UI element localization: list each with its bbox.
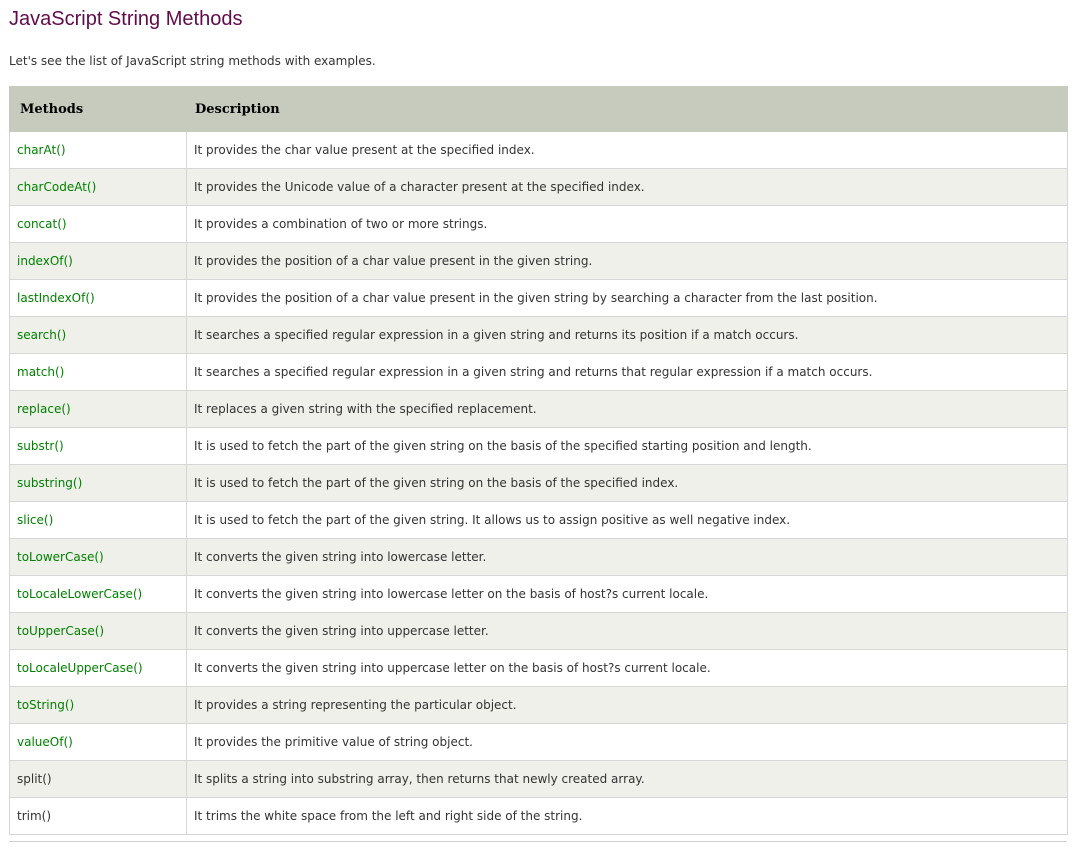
- method-link[interactable]: toString(): [9, 686, 187, 724]
- method-link[interactable]: toLowerCase(): [9, 538, 187, 576]
- method-link[interactable]: toLocaleLowerCase(): [9, 575, 187, 613]
- table-row: charCodeAt() It provides the Unicode valu…: [9, 168, 1068, 206]
- table-row: toLocaleUpperCase() It converts the given…: [9, 649, 1068, 687]
- method-link[interactable]: valueOf(): [9, 723, 187, 761]
- method-description: It provides a combination of two or more…: [186, 205, 1068, 243]
- method-link[interactable]: charAt(): [9, 131, 187, 169]
- method-description: It converts the given string into lowerc…: [186, 538, 1068, 576]
- method-link[interactable]: charCodeAt(): [9, 168, 187, 206]
- string-methods-table: Methods Description charAt() It provides …: [9, 86, 1068, 835]
- table-row: replace() It replaces a given string with…: [9, 390, 1068, 428]
- table-row: substring() It is used to fetch the part …: [9, 464, 1068, 502]
- method-description: It is used to fetch the part of the give…: [186, 427, 1068, 465]
- method-description: It searches a specified regular expressi…: [186, 353, 1068, 391]
- method-description: It replaces a given string with the spec…: [186, 390, 1068, 428]
- method-description: It provides the char value present at th…: [186, 131, 1068, 169]
- table-row: toUpperCase() It converts the given strin…: [9, 612, 1068, 650]
- intro-text: Let's see the list of JavaScript string …: [9, 54, 376, 68]
- table-row: substr() It is used to fetch the part of …: [9, 427, 1068, 465]
- method-description: It trims the white space from the left a…: [186, 797, 1068, 835]
- method-link[interactable]: search(): [9, 316, 187, 354]
- table-row: toString() It provides a string represent…: [9, 686, 1068, 724]
- method-link[interactable]: substr(): [9, 427, 187, 465]
- method-description: It provides the position of a char value…: [186, 279, 1068, 317]
- method-description: It is used to fetch the part of the give…: [186, 464, 1068, 502]
- table-row: indexOf() It provides the position of a c…: [9, 242, 1068, 280]
- table-row: concat() It provides a combination of two…: [9, 205, 1068, 243]
- method-link[interactable]: lastIndexOf(): [9, 279, 187, 317]
- method-link[interactable]: toLocaleUpperCase(): [9, 649, 187, 687]
- table-row: search() It searches a specified regular …: [9, 316, 1068, 354]
- page-title: JavaScript String Methods: [9, 8, 243, 30]
- method-description: It provides a string representing the pa…: [186, 686, 1068, 724]
- description-column-header: Description: [186, 86, 1068, 132]
- method-link[interactable]: toUpperCase(): [9, 612, 187, 650]
- methods-column-header: Methods: [9, 86, 187, 132]
- method-link[interactable]: indexOf(): [9, 242, 187, 280]
- method-description: It converts the given string into upperc…: [186, 612, 1068, 650]
- method-description: It converts the given string into lowerc…: [186, 575, 1068, 613]
- table-row: trim() It trims the white space from the …: [9, 797, 1068, 835]
- method-name: trim(): [9, 797, 187, 835]
- bottom-divider: [9, 841, 1067, 842]
- table-row: toLowerCase() It converts the given strin…: [9, 538, 1068, 576]
- method-description: It provides the Unicode value of a chara…: [186, 168, 1068, 206]
- method-link[interactable]: slice(): [9, 501, 187, 539]
- method-description: It provides the primitive value of strin…: [186, 723, 1068, 761]
- method-link[interactable]: match(): [9, 353, 187, 391]
- table-row: valueOf() It provides the primitive value…: [9, 723, 1068, 761]
- table-row: split() It splits a string into substring…: [9, 760, 1068, 798]
- table-row: match() It searches a specified regular e…: [9, 353, 1068, 391]
- table-header-row: Methods Description: [9, 86, 1068, 132]
- method-link[interactable]: concat(): [9, 205, 187, 243]
- method-name: split(): [9, 760, 187, 798]
- method-link[interactable]: replace(): [9, 390, 187, 428]
- method-description: It converts the given string into upperc…: [186, 649, 1068, 687]
- table-row: toLocaleLowerCase() It converts the given…: [9, 575, 1068, 613]
- method-description: It searches a specified regular expressi…: [186, 316, 1068, 354]
- method-link[interactable]: substring(): [9, 464, 187, 502]
- table-row: slice() It is used to fetch the part of t…: [9, 501, 1068, 539]
- method-description: It is used to fetch the part of the give…: [186, 501, 1068, 539]
- table-row: lastIndexOf() It provides the position of…: [9, 279, 1068, 317]
- table-row: charAt() It provides the char value prese…: [9, 131, 1068, 169]
- method-description: It splits a string into substring array,…: [186, 760, 1068, 798]
- method-description: It provides the position of a char value…: [186, 242, 1068, 280]
